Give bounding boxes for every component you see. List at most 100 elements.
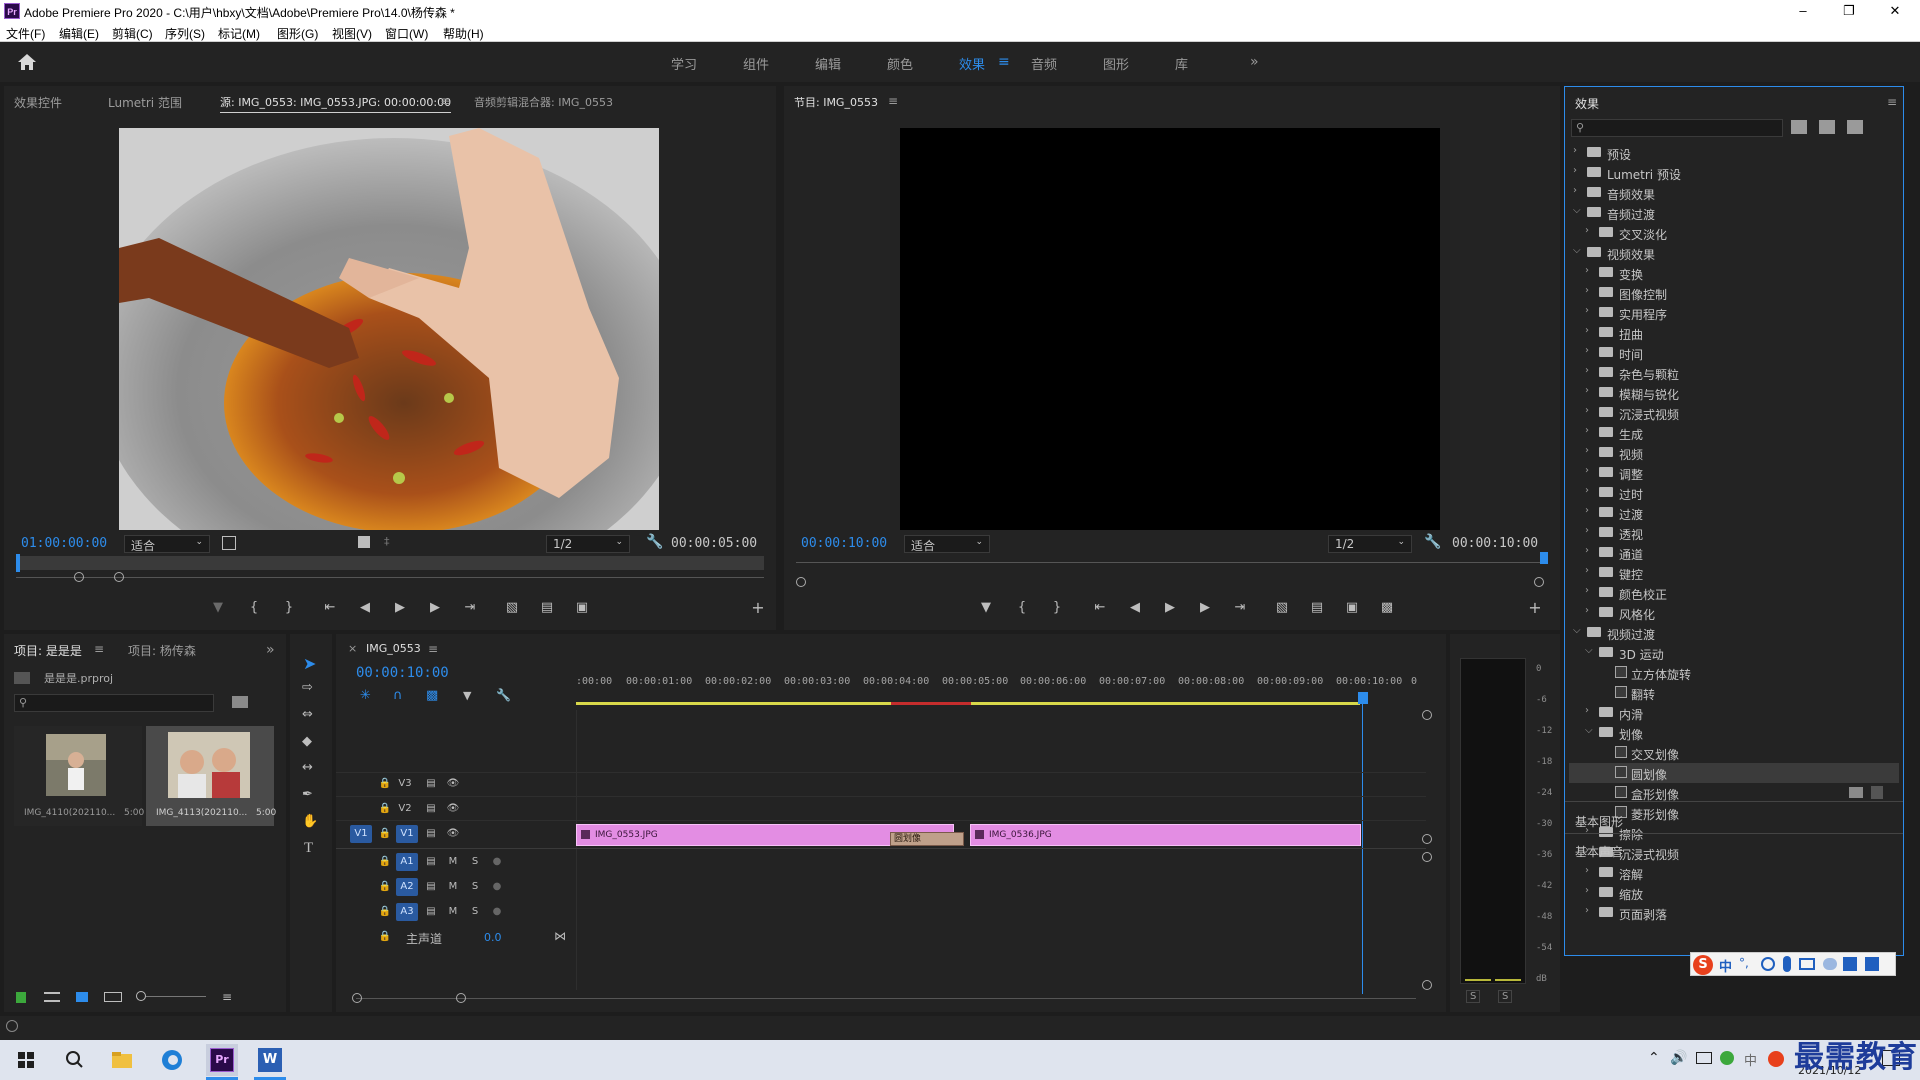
program-video-frame[interactable] [900,128,1440,530]
menu-clip[interactable]: 剪辑(C) [112,25,153,42]
effect-folder[interactable]: › 音频效果 [1569,183,1899,203]
tab-sequence[interactable]: IMG_0553 [366,642,421,655]
sync-lock-icon[interactable]: ▤ [420,825,442,843]
project-tab-menu-icon[interactable]: ≡ [94,642,104,656]
chevron-right-icon[interactable]: › [1585,305,1595,316]
effect-folder[interactable]: › Lumetri 预设 [1569,163,1899,183]
effect-folder[interactable]: › 缩放 [1569,883,1899,903]
premiere-taskbar-button[interactable]: Pr [206,1044,238,1076]
effects-menu-icon[interactable]: ≡ [1887,95,1897,109]
chevron-right-icon[interactable]: › [1585,385,1595,396]
chevron-down-icon[interactable]: ⌵ [1573,245,1583,256]
chevron-down-icon[interactable]: ⌵ [1573,625,1583,636]
edge-icon[interactable] [158,1046,186,1074]
insert-icon[interactable]: ▧ [502,600,522,615]
close-sequence-icon[interactable]: × [348,642,357,655]
tab-program[interactable]: 节目: IMG_0553 [794,94,878,110]
go-to-in-icon[interactable]: ⇤ [1090,600,1110,615]
chevron-right-icon[interactable]: › [1585,225,1595,236]
lock-icon[interactable]: 🔒 [374,800,396,818]
workspace-assembly[interactable]: 组件 [743,54,769,73]
source-fit-select[interactable]: 适合 ⌄ [124,535,210,553]
mark-out-icon[interactable]: } [279,600,299,615]
effect-folder[interactable]: ⌵ 视频效果 [1569,243,1899,263]
list-view-icon[interactable] [44,992,60,1002]
chevron-right-icon[interactable]: › [1585,445,1595,456]
chevron-right-icon[interactable]: › [1585,705,1595,716]
track-label[interactable]: A2 [396,878,418,896]
essential-graphics-panel[interactable]: 基本图形 [1575,813,1623,830]
sync-lock-icon[interactable]: ▤ [420,775,442,793]
minimize-button[interactable]: – [1788,2,1818,20]
effect-folder[interactable]: › 生成 [1569,423,1899,443]
effect-folder[interactable]: › 透视 [1569,523,1899,543]
emoji-icon[interactable] [1761,957,1775,971]
vertical-scroll-handle[interactable] [1422,834,1432,844]
effect-folder[interactable]: › 通道 [1569,543,1899,563]
vertical-scroll-handle[interactable] [1422,710,1432,720]
menu-window[interactable]: 窗口(W) [385,25,428,42]
eye-icon[interactable]: 👁 [442,800,464,818]
step-back-icon[interactable]: ◀ [1125,600,1145,615]
solo-button[interactable]: S [464,903,486,921]
timeline-settings-icon[interactable]: 🔧 [496,688,511,702]
solo-right-button[interactable]: S [1498,990,1513,1003]
effect-folder[interactable]: › 杂色与颗粒 [1569,363,1899,383]
wrench-icon[interactable]: 🔧 [1424,534,1441,550]
source-timecode[interactable]: 01:00:00:00 [21,536,107,551]
eye-icon[interactable]: 👁 [442,775,464,793]
time-ruler[interactable]: :00:00 00:00:01:00 00:00:02:00 00:00:03:… [576,676,1417,704]
effect-folder[interactable]: › 沉浸式视频 [1569,403,1899,423]
play-icon[interactable]: ▶ [1160,600,1180,615]
toolbox-icon[interactable] [1843,957,1857,971]
microphone-icon[interactable]: ● [486,878,508,896]
ime-chinese-mode[interactable]: 中 [1719,956,1732,975]
effect-item[interactable]: 立方体旋转 [1569,663,1899,683]
eye-icon[interactable]: 👁 [442,825,464,843]
effect-folder[interactable]: › 实用程序 [1569,303,1899,323]
effect-folder[interactable]: › 内滑 [1569,703,1899,723]
effect-item[interactable]: 翻转 [1569,683,1899,703]
source-resolution-select[interactable]: 1/2 ⌄ [546,535,630,553]
ime-punctuation-mode[interactable]: °, [1739,956,1749,970]
step-forward-icon[interactable]: ▶ [425,600,445,615]
safe-margins-icon[interactable] [222,536,236,550]
effects-search-input[interactable]: ⚲ [1571,119,1783,137]
chevron-right-icon[interactable]: › [1585,285,1595,296]
sogou-ime-icon[interactable]: S [1693,955,1713,975]
mute-button[interactable]: M [442,878,464,896]
ripple-edit-tool-icon[interactable]: ⇔ [302,707,313,722]
overwrite-icon[interactable]: ▤ [537,600,557,615]
chevron-down-icon[interactable]: ⌵ [1585,725,1595,736]
selection-tool-icon[interactable]: ➤ [303,654,316,673]
master-collapse-icon[interactable]: ⋈ [554,929,566,943]
workspace-editing[interactable]: 编辑 [815,54,841,73]
sync-lock-icon[interactable]: ▤ [420,903,442,921]
source-playhead[interactable] [16,554,20,572]
chevron-right-icon[interactable]: › [1585,465,1595,476]
essential-sound-panel[interactable]: 基本声音 [1575,843,1623,860]
effect-folder[interactable]: › 图像控制 [1569,283,1899,303]
effect-folder[interactable]: › 过时 [1569,483,1899,503]
comparison-view-icon[interactable]: ▩ [1377,600,1397,615]
workspace-graphics[interactable]: 图形 [1103,54,1129,73]
project-search-input[interactable]: ⚲ [14,694,214,712]
freeform-view-icon[interactable] [104,992,122,1002]
workspace-learn[interactable]: 学习 [671,54,697,73]
program-zoom-handle-right[interactable] [1534,577,1544,587]
timeline-clip[interactable]: IMG_0536.JPG [970,824,1361,846]
go-to-in-icon[interactable]: ⇤ [320,600,340,615]
program-resolution-select[interactable]: 1/2 ⌄ [1328,535,1412,553]
chevron-right-icon[interactable]: › [1585,865,1595,876]
yuv-effects-icon[interactable] [1847,120,1863,134]
effect-folder[interactable]: ⌵ 视频过渡 [1569,623,1899,643]
effect-folder[interactable]: › 风格化 [1569,603,1899,623]
chevron-right-icon[interactable]: › [1573,165,1583,176]
chevron-right-icon[interactable]: › [1585,905,1595,916]
go-to-out-icon[interactable]: ⇥ [460,600,480,615]
skin-icon[interactable] [1823,958,1837,970]
drag-video-icon[interactable] [358,536,370,548]
mark-out-icon[interactable]: } [1047,600,1067,615]
ime-toolbar[interactable]: S 中 °, [1690,952,1896,976]
chevron-right-icon[interactable]: › [1585,525,1595,536]
